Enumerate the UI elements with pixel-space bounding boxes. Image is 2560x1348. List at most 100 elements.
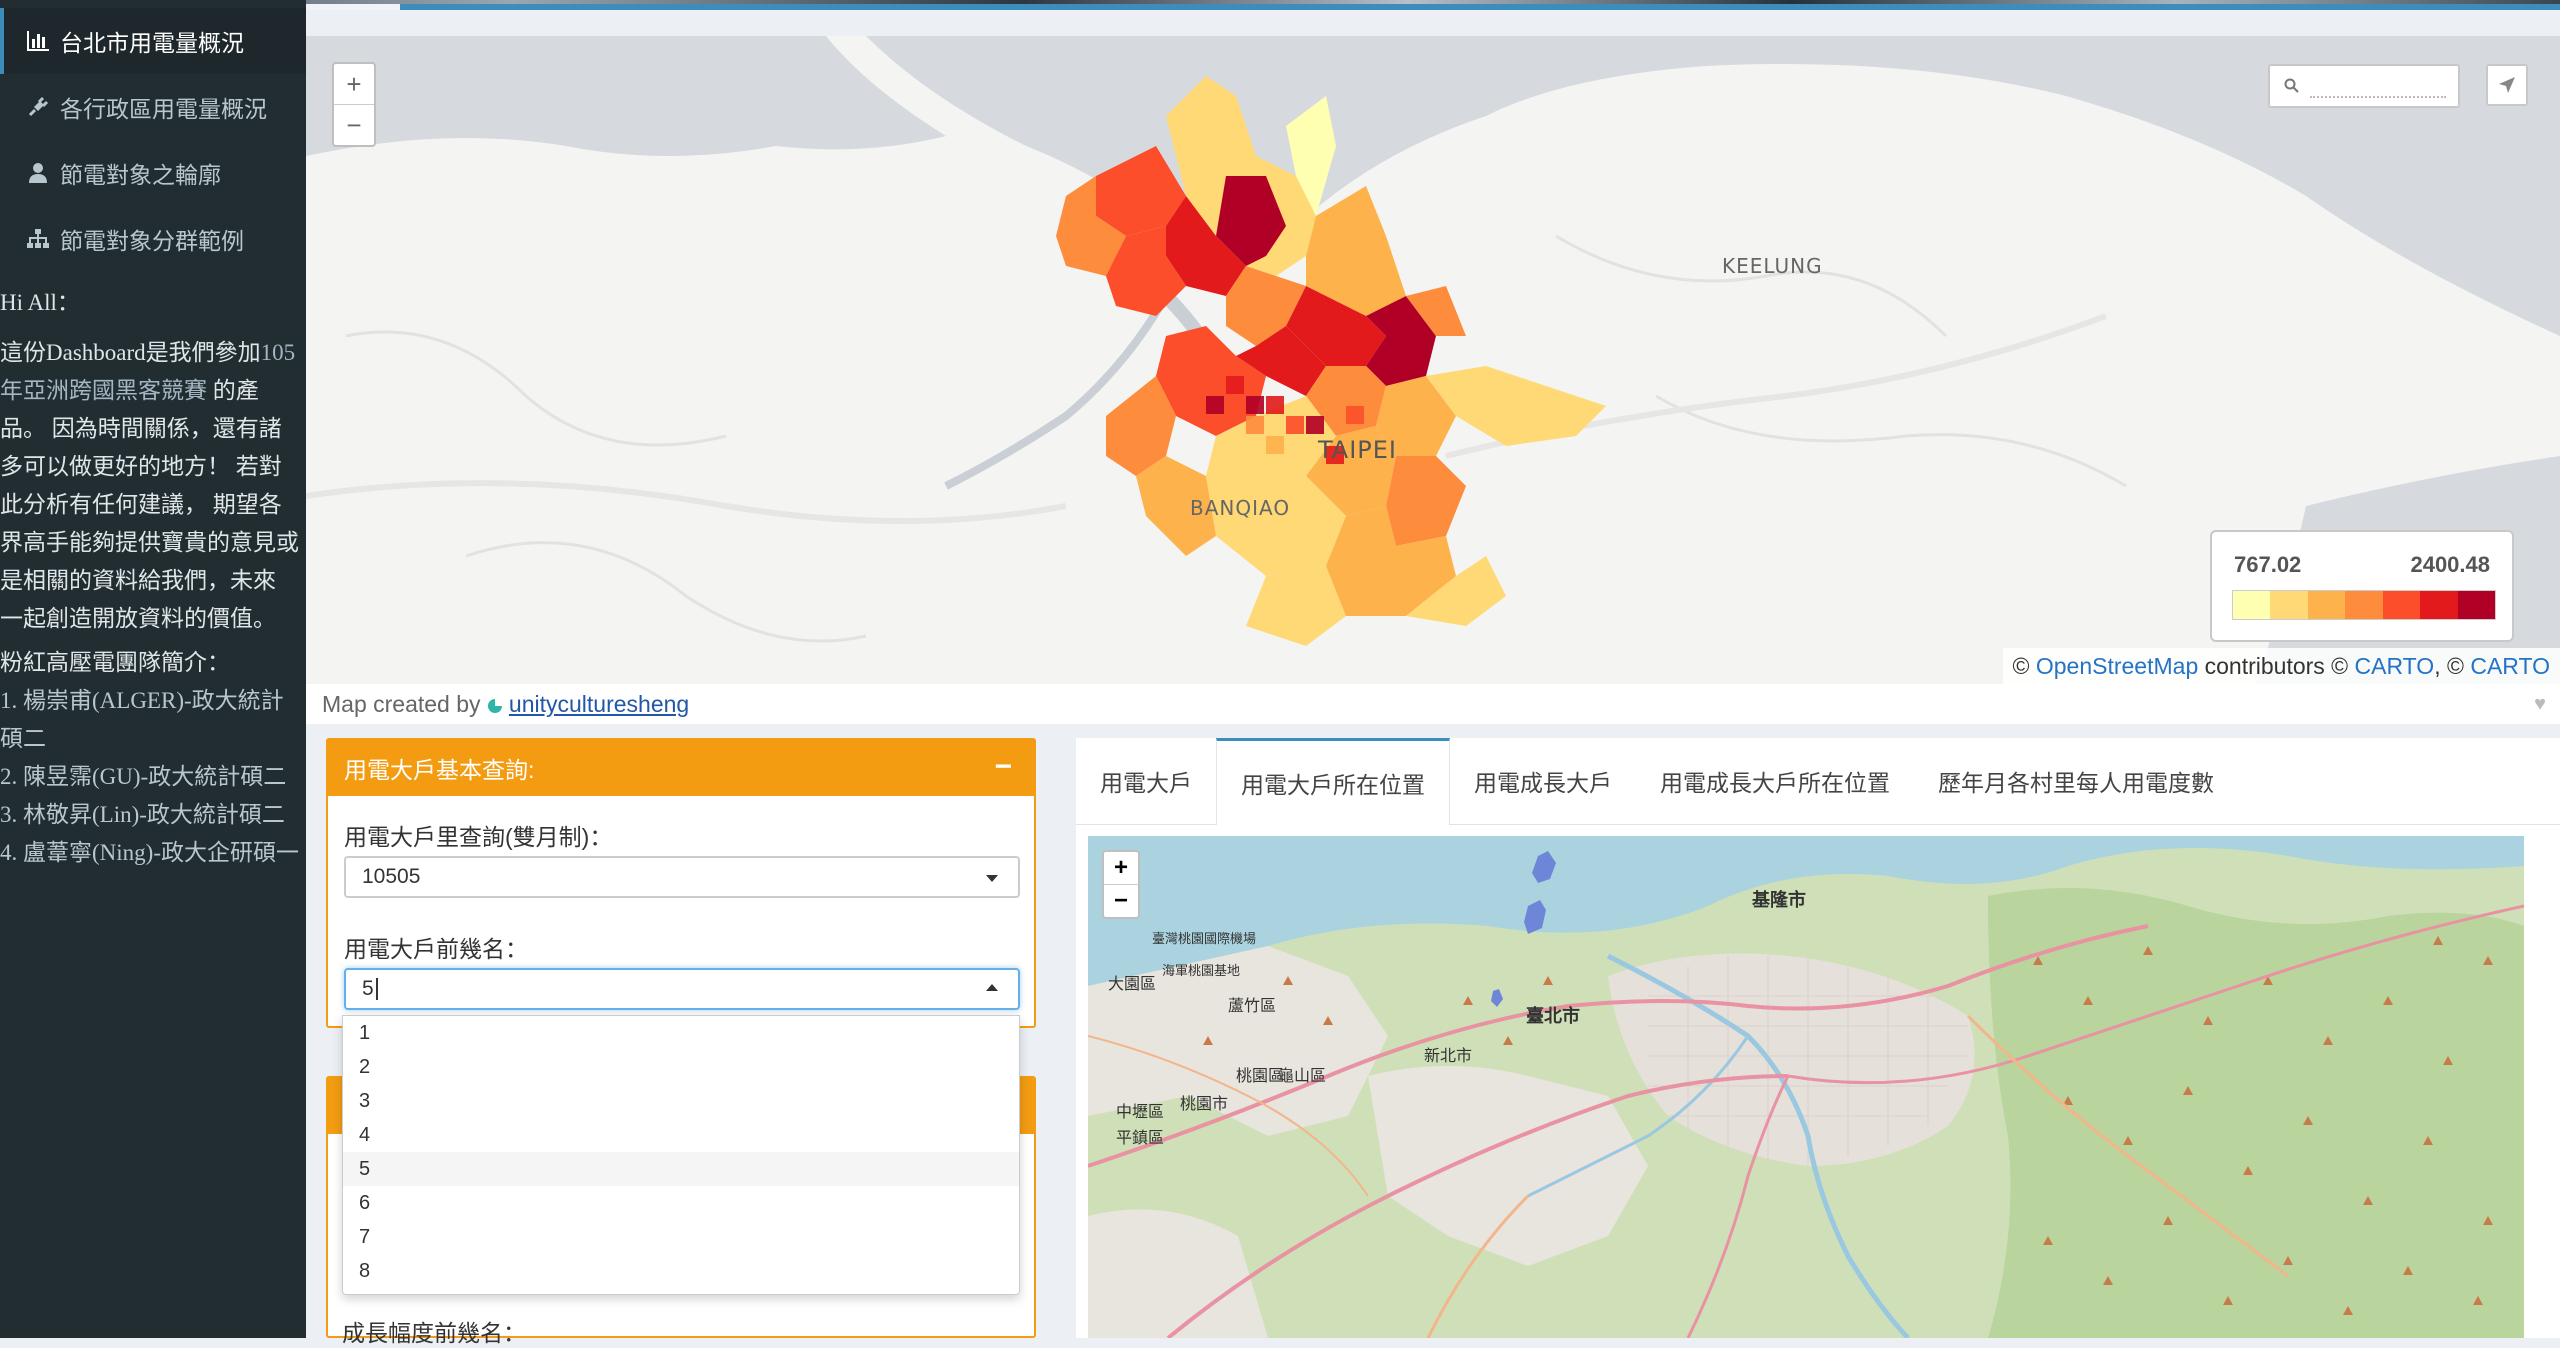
legend-swatch	[2382, 591, 2421, 619]
legend-color-ramp	[2232, 590, 2496, 620]
top-n-label: 用電大戶前幾名：	[344, 936, 528, 962]
legend-swatch	[2270, 591, 2308, 619]
intro-paragraph: 這份Dashboard是我們參加105年亞洲跨國黑客競賽 的產品。 因為時間關係…	[0, 334, 304, 638]
osm-zoom-in-button[interactable]: +	[1104, 852, 1138, 884]
tab-big-users-location[interactable]: 用電大戶所在位置	[1216, 738, 1450, 825]
osm-label-naval-base: 海軍桃園基地	[1162, 964, 1241, 979]
zoom-out-button[interactable]: −	[334, 104, 374, 145]
osm-label-pingzhen: 平鎮區	[1116, 1128, 1165, 1147]
attrib-mid: contributors ©	[2198, 653, 2355, 679]
text-cursor	[375, 978, 378, 1000]
tab-per-capita-usage[interactable]: 歷年月各村里每人用電度數	[1914, 738, 2238, 824]
credit-prefix: Map created by	[322, 691, 487, 717]
tab-growth-users[interactable]: 用電成長大戶	[1450, 738, 1636, 824]
dropdown-option[interactable]: 3	[343, 1084, 1019, 1118]
dropdown-option[interactable]: 2	[343, 1050, 1019, 1084]
tab-growth-users-location[interactable]: 用電成長大戶所在位置	[1636, 738, 1914, 824]
collapse-button[interactable]: −	[994, 750, 1012, 784]
osm-label-zhongli: 中壢區	[1116, 1102, 1165, 1121]
dropdown-option[interactable]: 1	[343, 1016, 1019, 1050]
locate-button[interactable]	[2486, 64, 2528, 106]
legend-max: 2400.48	[2410, 552, 2490, 577]
osm-label-taipei: 臺北市	[1526, 1006, 1580, 1027]
intro-text: Hi All： 這份Dashboard是我們參加105年亞洲跨國黑客競賽 的產品…	[0, 284, 304, 872]
dropdown-option[interactable]: 6	[343, 1186, 1019, 1220]
period-label: 用電大戶里查詢(雙月制)：	[344, 824, 613, 850]
map-attribution: © OpenStreetMap contributors © CARTO, © …	[2002, 648, 2560, 684]
sitemap-icon	[24, 226, 52, 252]
dropdown-option-selected[interactable]: 5	[343, 1152, 1019, 1186]
caret-down-icon	[986, 875, 998, 882]
top-header-strip	[0, 0, 2560, 10]
attrib-prefix: ©	[2012, 653, 2036, 679]
osm-label-guishan: 龜山區	[1278, 1066, 1327, 1085]
top-n-dropdown: 1 2 3 4 5 6 7 8	[342, 1015, 1020, 1295]
sidebar-item-label: 各行政區用電量概況	[60, 96, 267, 122]
osm-label-taoyuan: 桃園市	[1180, 1094, 1229, 1113]
team-member: 4. 盧葦寧(Ning)-政大企研碩一	[0, 840, 299, 865]
legend-min: 767.02	[2234, 552, 2302, 577]
period-select[interactable]: 10505	[344, 856, 1020, 898]
map-credit-bar: Map created by unityculturesheng ♥	[306, 684, 2560, 724]
sidebar: 台北市用電量概況 各行政區用電量概況 節電對象之輪廓 節電對象分群範例 Hi A…	[0, 0, 306, 1338]
bar-chart-icon	[24, 28, 52, 54]
map-label-taipei: TAIPEI	[1318, 436, 1398, 464]
tab-bar: 用電大戶 用電大戶所在位置 用電成長大戶 用電成長大戶所在位置 歷年月各村里每人…	[1076, 738, 2560, 825]
sidebar-item-taipei-overview[interactable]: 台北市用電量概況	[0, 8, 306, 74]
legend-swatch	[2420, 591, 2458, 619]
query-box-title: 用電大戶基本查詢:	[344, 757, 535, 783]
osm-label-new-taipei: 新北市	[1424, 1046, 1473, 1065]
heart-icon[interactable]: ♥	[2534, 684, 2546, 724]
carto-logo-icon	[487, 699, 502, 713]
sidebar-item-target-clusters[interactable]: 節電對象分群範例	[0, 206, 306, 272]
osm-zoom-out-button[interactable]: −	[1104, 884, 1138, 917]
user-icon	[24, 160, 52, 186]
map-legend: 767.02 2400.48	[2210, 530, 2514, 642]
greeting: Hi All：	[0, 290, 80, 315]
sidebar-item-district-overview[interactable]: 各行政區用電量概況	[0, 74, 306, 140]
carto-link[interactable]: CARTO	[2470, 653, 2550, 679]
osm-link[interactable]: OpenStreetMap	[2036, 653, 2198, 679]
dropdown-option[interactable]: 4	[343, 1118, 1019, 1152]
location-arrow-icon	[2499, 77, 2515, 93]
sidebar-item-label: 節電對象分群範例	[60, 228, 244, 254]
caret-up-icon	[986, 984, 998, 991]
top-n-select[interactable]: 5	[344, 968, 1020, 1010]
sidebar-item-target-profile[interactable]: 節電對象之輪廓	[0, 140, 306, 206]
osm-label-keelung: 基隆市	[1752, 890, 1806, 911]
map-label-keelung: KEELUNG	[1722, 254, 1823, 278]
credit-user-link[interactable]: unityculturesheng	[509, 691, 689, 717]
zoom-in-button[interactable]: +	[334, 64, 374, 104]
map-label-banqiao: BANQIAO	[1190, 496, 1291, 520]
top-n-select-value: 5	[362, 977, 374, 1000]
map-zoom-control: + −	[332, 62, 376, 147]
osm-label-airport: 臺灣桃園國際機場	[1152, 932, 1257, 947]
team-member: 2. 陳昱霈(GU)-政大統計碩二	[0, 764, 287, 789]
map-search-input[interactable]	[2268, 64, 2460, 108]
team-member: 3. 林敬昇(Lin)-政大統計碩二	[0, 802, 285, 827]
intro-text-end: 的產品。 因為時間關係，還有諸多可以做更好的地方！ 若對此分析有任何建議， 期望…	[0, 378, 299, 631]
query-box: 用電大戶基本查詢: − 用電大戶里查詢(雙月制)： 10505 用電大戶前幾名：…	[326, 738, 1036, 1028]
dropdown-option[interactable]: 7	[343, 1220, 1019, 1254]
intro-text-start: 這份Dashboard是我們參加	[0, 340, 261, 365]
osm-label-taoyuan-district: 桃園區	[1236, 1066, 1285, 1085]
legend-swatch	[2457, 591, 2495, 619]
osm-label-luzhu: 蘆竹區	[1228, 996, 1277, 1015]
map-tab-box: 用電大戶 用電大戶所在位置 用電成長大戶 用電成長大戶所在位置 歷年月各村里每人…	[1076, 738, 2560, 1338]
team-member: 1. 楊崇甫(ALGER)-政大統計碩二	[0, 688, 284, 751]
team-title: 粉紅高壓電團隊簡介：	[0, 650, 230, 675]
search-underline	[2310, 96, 2446, 98]
choropleth-map[interactable]: TAIPEI KEELUNG BANQIAO + − 767.02 2400.4…	[306, 36, 2560, 684]
tab-big-users[interactable]: 用電大戶	[1076, 738, 1216, 824]
dropdown-option[interactable]: 8	[343, 1254, 1019, 1288]
search-icon	[2284, 78, 2299, 93]
sidebar-item-label: 節電對象之輪廓	[60, 162, 221, 188]
legend-swatch	[2307, 591, 2346, 619]
sidebar-item-label: 台北市用電量概況	[60, 30, 244, 56]
growth-top-n-label: 成長幅度前幾名：	[342, 1320, 526, 1346]
main-content: TAIPEI KEELUNG BANQIAO + − 767.02 2400.4…	[306, 10, 2560, 1346]
carto-link[interactable]: CARTO	[2355, 653, 2435, 679]
osm-basemap	[1088, 836, 2524, 1338]
period-select-value: 10505	[362, 865, 421, 888]
osm-map[interactable]: 基隆市 臺北市 新北市 桃園市 大園區 蘆竹區 龜山區 桃園區 中壢區 平鎮區 …	[1088, 836, 2524, 1338]
